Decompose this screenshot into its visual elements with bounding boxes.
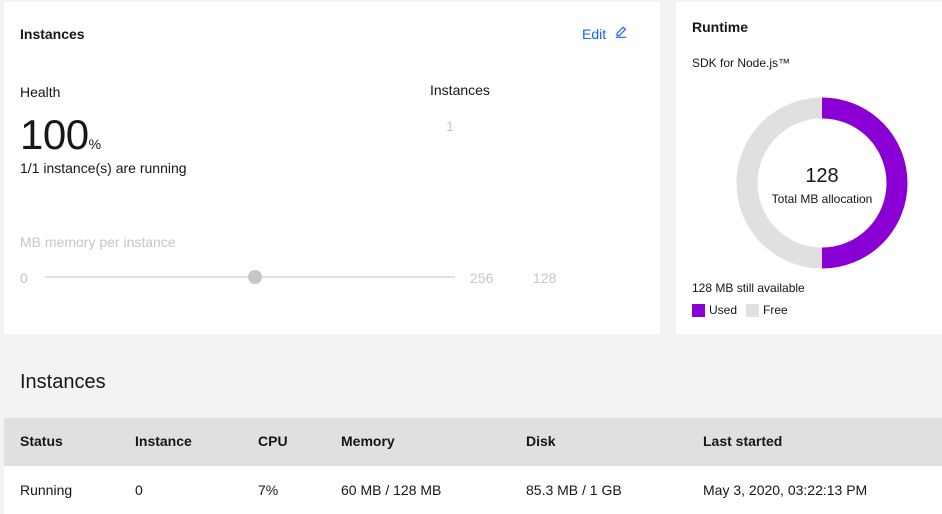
legend-free-swatch — [746, 303, 759, 317]
edit-label[interactable]: Edit — [582, 26, 606, 42]
health-metric: 100% — [20, 114, 101, 156]
legend-used-label: Used — [709, 303, 738, 317]
table-header: Status Instance CPU Memory Disk Last sta… — [4, 418, 942, 466]
cell-disk: 85.3 MB / 1 GB — [526, 482, 622, 498]
donut-value: 128 — [805, 165, 839, 187]
instances-card-title: Instances — [20, 26, 85, 42]
available-text: 128 MB still available — [692, 281, 805, 295]
instances-section-title: Instances — [20, 371, 106, 393]
legend-free: Free — [746, 303, 788, 317]
instances-label: Instances — [430, 82, 490, 98]
column-header-memory[interactable]: Memory — [341, 433, 395, 449]
health-unit: % — [88, 136, 102, 152]
memory-label: MB memory per instance — [20, 234, 176, 250]
health-value: 100 — [20, 111, 89, 158]
legend-free-label: Free — [763, 303, 788, 317]
cell-status: Running — [20, 482, 73, 498]
cell-memory: 60 MB / 128 MB — [341, 482, 442, 498]
slider-min-label: 0 — [20, 270, 28, 286]
memory-slider-thumb[interactable] — [248, 270, 262, 284]
health-label: Health — [20, 84, 61, 100]
column-header-status[interactable]: Status — [20, 433, 63, 449]
legend-used: Used — [692, 303, 737, 317]
column-header-cpu[interactable]: CPU — [258, 433, 288, 449]
instances-card: Instances Edit Health 100% 1/1 instance(… — [4, 2, 660, 334]
memory-value-input[interactable]: 128 — [533, 270, 556, 286]
donut-caption: Total MB allocation — [771, 192, 873, 206]
running-status-text: 1/1 instance(s) are running — [20, 160, 187, 176]
column-header-instance[interactable]: Instance — [135, 433, 192, 449]
pencil-icon[interactable] — [614, 25, 628, 42]
cell-instance: 0 — [135, 482, 143, 498]
legend-used-swatch — [692, 303, 705, 317]
sdk-label: SDK for Node.js™ — [692, 56, 791, 70]
runtime-card: Runtime SDK for Node.js™ 128 Total MB al… — [676, 2, 942, 334]
slider-max-label: 256 — [470, 270, 494, 286]
column-header-disk[interactable]: Disk — [526, 433, 556, 449]
table-row[interactable]: Running 0 7% 60 MB / 128 MB 85.3 MB / 1 … — [4, 466, 942, 514]
runtime-card-title: Runtime — [692, 19, 748, 35]
cell-last-started: May 3, 2020, 03:22:13 PM — [703, 482, 868, 498]
instances-count-input[interactable]: 1 — [446, 118, 454, 134]
cell-cpu: 7% — [258, 482, 279, 498]
edit-button[interactable]: Edit — [582, 25, 628, 42]
column-header-last-started[interactable]: Last started — [703, 433, 782, 449]
